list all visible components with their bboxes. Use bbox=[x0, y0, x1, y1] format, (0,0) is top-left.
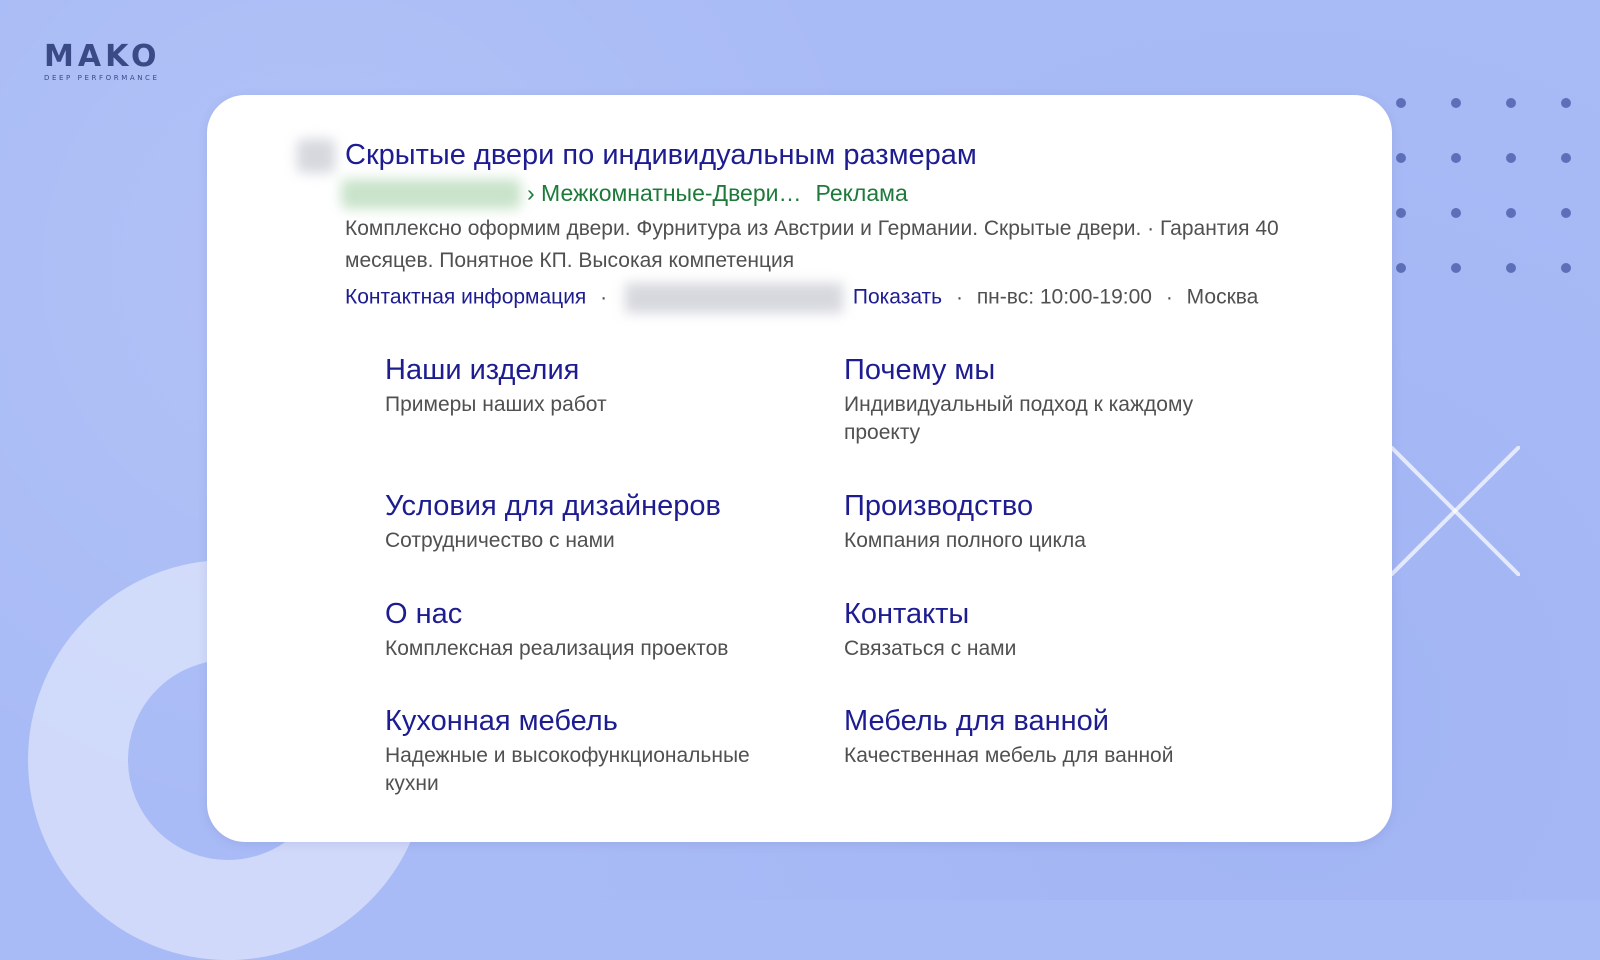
decorative-dot bbox=[1451, 98, 1461, 108]
decorative-dot bbox=[1396, 98, 1406, 108]
decorative-dot bbox=[1396, 153, 1406, 163]
decorative-dot bbox=[1451, 263, 1461, 273]
ad-title-link[interactable]: Скрытые двери по индивидуальным размерам bbox=[345, 139, 977, 172]
sitelink-item: Мебель для ванной Качественная мебель дл… bbox=[844, 704, 1264, 770]
decorative-dot bbox=[1561, 153, 1571, 163]
decorative-dots-grid bbox=[1396, 98, 1586, 288]
ad-label: Реклама bbox=[815, 180, 908, 206]
separator: · bbox=[600, 285, 608, 309]
sitelink-title[interactable]: Наши изделия bbox=[385, 353, 805, 387]
favicon-blurred bbox=[297, 139, 335, 173]
ad-description: Комплексно оформим двери. Фурнитура из А… bbox=[345, 217, 1279, 272]
sitelink-item: Контакты Связаться с нами bbox=[844, 597, 1264, 663]
sitelink-desc: Сотрудничество с нами bbox=[385, 529, 615, 552]
decorative-dot bbox=[1561, 98, 1571, 108]
logo-wordmark: MAKO bbox=[44, 39, 161, 74]
decorative-dot bbox=[1506, 153, 1516, 163]
decorative-dot bbox=[1506, 208, 1516, 218]
sitelink-desc: Индивидуальный подход к каждому проекту bbox=[844, 393, 1194, 444]
sitelink-title[interactable]: Мебель для ванной bbox=[844, 704, 1264, 738]
sitelink-title[interactable]: Производство bbox=[844, 489, 1264, 523]
decorative-dot bbox=[1506, 263, 1516, 273]
decorative-dot bbox=[1561, 208, 1571, 218]
mako-logo: MAKO DEEP PERFORMANCE bbox=[44, 39, 161, 83]
sitelink-item: Наши изделия Примеры наших работ bbox=[385, 353, 805, 419]
decorative-x-shape bbox=[1390, 446, 1520, 576]
sitelink-title[interactable]: Условия для дизайнеров bbox=[385, 489, 805, 523]
sitelink-title[interactable]: Почему мы bbox=[844, 353, 1264, 387]
separator: · bbox=[1165, 285, 1173, 309]
sitelink-desc: Компания полного цикла bbox=[844, 529, 1086, 552]
url-path-link[interactable]: › Межкомнатные-Двери… bbox=[527, 180, 801, 206]
decorative-dot bbox=[1451, 208, 1461, 218]
sitelink-title[interactable]: Кухонная мебель bbox=[385, 704, 805, 738]
separator: · bbox=[955, 285, 963, 309]
city: Москва bbox=[1186, 285, 1259, 309]
sitelink-desc: Качественная мебель для ванной bbox=[844, 744, 1174, 767]
sitelink-desc: Надежные и высокофункциональные кухни bbox=[385, 744, 750, 795]
sitelink-item: О нас Комплексная реализация проектов bbox=[385, 597, 805, 663]
show-phone-link[interactable]: Показать bbox=[853, 286, 942, 309]
search-ad-card: Скрытые двери по индивидуальным размерам… bbox=[207, 95, 1392, 842]
contact-info-link[interactable]: Контактная информация bbox=[345, 286, 586, 309]
logo-tagline: DEEP PERFORMANCE bbox=[44, 74, 160, 82]
sitelink-title[interactable]: О нас bbox=[385, 597, 805, 631]
decorative-dot bbox=[1396, 208, 1406, 218]
sitelink-item: Кухонная мебель Надежные и высокофункцио… bbox=[385, 704, 805, 798]
sitelink-desc: Связаться с нами bbox=[844, 637, 1017, 660]
sitelink-desc: Комплексная реализация проектов bbox=[385, 637, 729, 660]
sitelink-title[interactable]: Контакты bbox=[844, 597, 1264, 631]
sitelink-item: Почему мы Индивидуальный подход к каждом… bbox=[844, 353, 1264, 447]
decorative-dot bbox=[1451, 153, 1461, 163]
ad-contact-line: Контактная информация · Показать · пн-вс… bbox=[345, 283, 1345, 313]
sitelink-item: Условия для дизайнеров Сотрудничество с … bbox=[385, 489, 805, 555]
phone-blurred bbox=[625, 283, 843, 313]
decorative-dot bbox=[1561, 263, 1571, 273]
sitelink-desc: Примеры наших работ bbox=[385, 393, 607, 416]
domain-blurred bbox=[341, 179, 521, 209]
decorative-dot bbox=[1396, 263, 1406, 273]
ad-url-breadcrumb: › Межкомнатные-Двери… Реклама bbox=[527, 180, 908, 207]
decorative-dot bbox=[1506, 98, 1516, 108]
sitelink-item: Производство Компания полного цикла bbox=[844, 489, 1264, 555]
working-hours: пн-вс: 10:00-19:00 bbox=[976, 285, 1152, 309]
